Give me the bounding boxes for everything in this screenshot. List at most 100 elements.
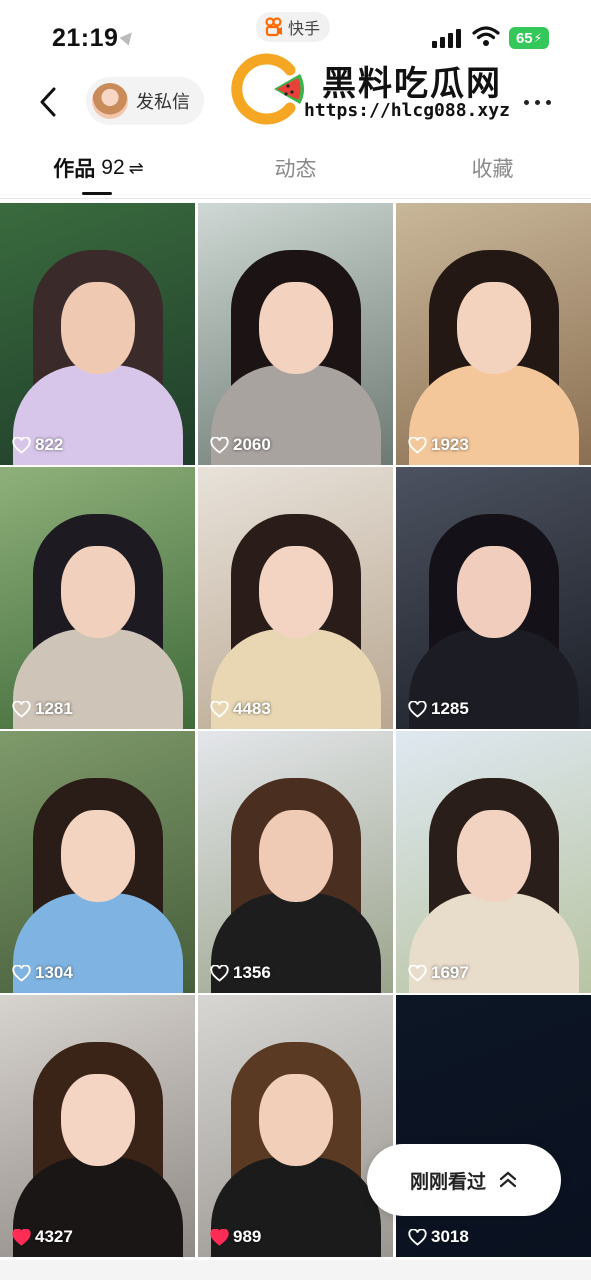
- thumbnail-image: [396, 995, 591, 1257]
- like-count: 1304: [12, 963, 73, 983]
- like-count: 1697: [408, 963, 469, 983]
- like-count: 989: [210, 1227, 261, 1247]
- thumbnail-image: [198, 731, 393, 993]
- thumbnail-image: [396, 467, 591, 729]
- battery-level: 65: [515, 29, 533, 47]
- heart-icon: [408, 436, 427, 454]
- heart-icon: [210, 436, 229, 454]
- heart-icon: [12, 1228, 31, 1246]
- signal-icon: [432, 29, 461, 48]
- thumbnail-image: [396, 203, 591, 465]
- thumbnail-figure: [258, 545, 333, 638]
- chevron-up-icon: [499, 1171, 517, 1188]
- status-time: 21:19: [52, 24, 119, 52]
- thumbnail-image: [0, 995, 195, 1257]
- thumbnail-figure: [456, 545, 531, 638]
- thumbnail-image: [0, 731, 195, 993]
- thumbnail-figure: [60, 809, 135, 902]
- like-count: 3018: [408, 1227, 469, 1247]
- video-thumbnail[interactable]: 1281: [0, 467, 195, 729]
- heart-icon: [12, 700, 31, 718]
- thumbnail-figure: [60, 545, 135, 638]
- thumbnail-figure: [258, 1073, 333, 1166]
- thumbnail-figure: [258, 281, 333, 374]
- thumbnail-figure: [60, 281, 135, 374]
- next-row-peek: [0, 1260, 591, 1280]
- video-thumbnail[interactable]: 4483: [198, 467, 393, 729]
- video-thumbnail[interactable]: 1697: [396, 731, 591, 993]
- like-count-value: 1281: [35, 699, 73, 718]
- thumbnail-figure: [258, 809, 333, 902]
- like-count: 822: [12, 435, 63, 455]
- heart-icon: [408, 1228, 427, 1246]
- thumbnail-figure: [456, 809, 531, 902]
- like-count-value: 822: [35, 435, 64, 454]
- like-count-value: 1304: [35, 963, 73, 982]
- recently-viewed-button[interactable]: 刚刚看过: [367, 1144, 561, 1216]
- divider: [0, 198, 591, 199]
- video-thumbnail[interactable]: 3018: [396, 995, 591, 1257]
- like-count: 1356: [210, 963, 271, 983]
- like-count-value: 4327: [35, 1227, 73, 1246]
- heart-icon: [408, 700, 427, 718]
- send-message-button[interactable]: 发私信: [86, 77, 204, 125]
- video-thumbnail[interactable]: 989: [198, 995, 393, 1257]
- heart-icon: [12, 436, 31, 454]
- heart-icon: [210, 964, 229, 982]
- like-count-value: 2060: [233, 435, 271, 454]
- thumbnail-figure: [60, 1073, 135, 1166]
- thumbnail-image: [198, 995, 393, 1257]
- tab-favorites[interactable]: 收藏: [394, 140, 591, 196]
- back-button[interactable]: [30, 82, 66, 122]
- tab-favorites-label: 收藏: [471, 158, 514, 181]
- thumbnail-image: [396, 731, 591, 993]
- avatar: [92, 83, 128, 119]
- heart-icon: [210, 1228, 229, 1246]
- like-count: 1285: [408, 699, 469, 719]
- thumbnail-image: [198, 203, 393, 465]
- like-count-value: 1285: [431, 699, 469, 718]
- video-thumbnail[interactable]: 1923: [396, 203, 591, 465]
- video-thumbnail[interactable]: 1304: [0, 731, 195, 993]
- tab-moments[interactable]: 动态: [197, 140, 394, 196]
- like-count: 4483: [210, 699, 271, 719]
- thumbnail-figure: [456, 281, 531, 374]
- video-thumbnail[interactable]: 1285: [396, 467, 591, 729]
- tab-works-label: 作品: [53, 158, 96, 181]
- video-thumbnail[interactable]: 4327: [0, 995, 195, 1257]
- video-thumbnail[interactable]: 1356: [198, 731, 393, 993]
- sort-toggle-icon[interactable]: ⇌: [129, 158, 144, 179]
- thumbnail-image: [0, 467, 195, 729]
- watermark: 黑料吃瓜网 https://hlcg088.xyz: [230, 50, 530, 130]
- like-count-value: 1697: [431, 963, 469, 982]
- heart-icon: [210, 700, 229, 718]
- charging-bolt-icon: ⚡: [533, 31, 543, 45]
- video-thumbnail[interactable]: 2060: [198, 203, 393, 465]
- recently-viewed-label: 刚刚看过: [409, 1171, 486, 1193]
- kuaishou-icon: [265, 17, 282, 37]
- watermark-title: 黑料吃瓜网: [322, 65, 502, 103]
- send-message-label: 发私信: [136, 92, 190, 112]
- tab-active-indicator: [82, 192, 112, 195]
- chevron-left-icon: [40, 87, 56, 117]
- heart-icon: [12, 964, 31, 982]
- tab-works-count: 92: [101, 156, 125, 179]
- like-count-value: 1923: [431, 435, 469, 454]
- like-count: 1281: [12, 699, 73, 719]
- back-to-app-pill[interactable]: 快手: [256, 12, 331, 42]
- like-count-value: 1356: [233, 963, 271, 982]
- watermark-url: https://hlcg088.xyz: [304, 100, 510, 121]
- thumbnail-image: [0, 203, 195, 465]
- location-arrow-icon: [119, 28, 137, 46]
- battery-indicator: 65 ⚡: [509, 27, 549, 49]
- like-count: 4327: [12, 1227, 73, 1247]
- wifi-icon: [472, 26, 500, 46]
- tab-works[interactable]: 作品 92 ⇌: [0, 140, 197, 196]
- tab-moments-label: 动态: [274, 158, 317, 181]
- app-name: 快手: [288, 21, 321, 38]
- like-count: 1923: [408, 435, 469, 455]
- watermark-logo-icon: [231, 53, 304, 125]
- thumbnail-image: [198, 467, 393, 729]
- like-count: 2060: [210, 435, 271, 455]
- video-thumbnail[interactable]: 822: [0, 203, 195, 465]
